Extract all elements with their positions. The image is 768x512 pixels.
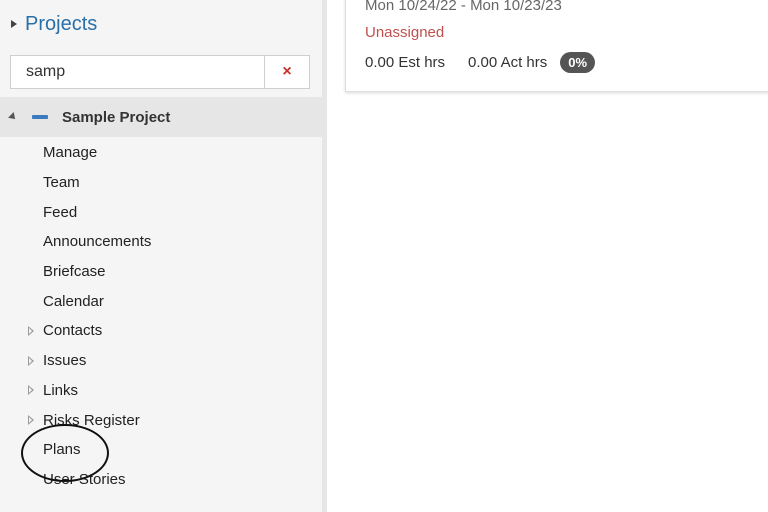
close-icon: × bbox=[282, 63, 292, 80]
sidebar-item[interactable]: Team bbox=[0, 168, 322, 198]
sidebar-item[interactable]: Manage bbox=[0, 138, 322, 168]
project-tree-item[interactable]: Sample Project bbox=[0, 97, 322, 137]
sidebar-item-label: Calendar bbox=[43, 292, 104, 310]
expanded-caret-icon[interactable] bbox=[8, 112, 18, 122]
project-color-bar-icon bbox=[32, 115, 48, 119]
sidebar-item-label: Briefcase bbox=[43, 263, 106, 281]
sidebar-item-label: Announcements bbox=[43, 233, 152, 251]
collapse-caret-icon[interactable] bbox=[11, 20, 17, 28]
sidebar-item[interactable]: Calendar bbox=[0, 286, 322, 316]
sidebar-item-label: User Stories bbox=[43, 470, 126, 488]
sidebar-item-label: Feed bbox=[43, 203, 78, 221]
sidebar-item-label: Plans bbox=[43, 441, 81, 459]
percent-complete-badge: 0% bbox=[560, 51, 596, 73]
project-search: × bbox=[10, 55, 310, 89]
sidebar-item-label: Risks Register bbox=[43, 411, 140, 429]
expand-triangle-icon[interactable] bbox=[28, 415, 34, 426]
sidebar-item-label: Manage bbox=[43, 144, 98, 162]
project-menu: Manage Team Feed Announcements Briefcase Cale… bbox=[0, 138, 322, 494]
clear-search-button[interactable]: × bbox=[264, 56, 309, 88]
sidebar-item[interactable]: Risks Register bbox=[0, 405, 322, 435]
sidebar-item[interactable]: Feed bbox=[0, 197, 322, 227]
sidebar-item[interactable]: Plans bbox=[0, 435, 322, 465]
expand-triangle-icon[interactable] bbox=[28, 355, 34, 366]
sidebar-item-label: Issues bbox=[43, 352, 87, 370]
sidebar-item[interactable]: User Stories bbox=[0, 465, 322, 495]
expand-triangle-icon[interactable] bbox=[28, 325, 34, 336]
sidebar-item[interactable]: Contacts bbox=[0, 316, 322, 346]
sidebar-item[interactable]: Announcements bbox=[0, 227, 322, 257]
actual-hours: 0.00 Act hrs bbox=[468, 53, 548, 71]
sidebar: Projects × Sample Project Manage Team Feed… bbox=[0, 0, 322, 512]
pane-divider[interactable] bbox=[322, 0, 327, 512]
expand-triangle-icon[interactable] bbox=[28, 385, 34, 396]
project-dates: Mon 10/24/22 - Mon 10/23/23 bbox=[365, 0, 562, 14]
sidebar-item[interactable]: Links bbox=[0, 376, 322, 406]
estimated-hours: 0.00 Est hrs bbox=[365, 53, 446, 71]
project-name: Sample Project bbox=[62, 108, 171, 126]
search-input[interactable] bbox=[11, 56, 264, 88]
assignee-status: Unassigned bbox=[365, 24, 445, 41]
sidebar-item-label: Team bbox=[43, 174, 80, 192]
sidebar-item[interactable]: Briefcase bbox=[0, 257, 322, 287]
projects-title: Projects bbox=[25, 12, 98, 35]
sidebar-item[interactable]: Issues bbox=[0, 346, 322, 376]
project-stats: 0.00 Est hrs 0.00 Act hrs 0% bbox=[365, 50, 596, 74]
projects-header[interactable]: Projects bbox=[8, 9, 97, 39]
sidebar-item-label: Links bbox=[43, 381, 79, 399]
sidebar-item-label: Contacts bbox=[43, 322, 103, 340]
